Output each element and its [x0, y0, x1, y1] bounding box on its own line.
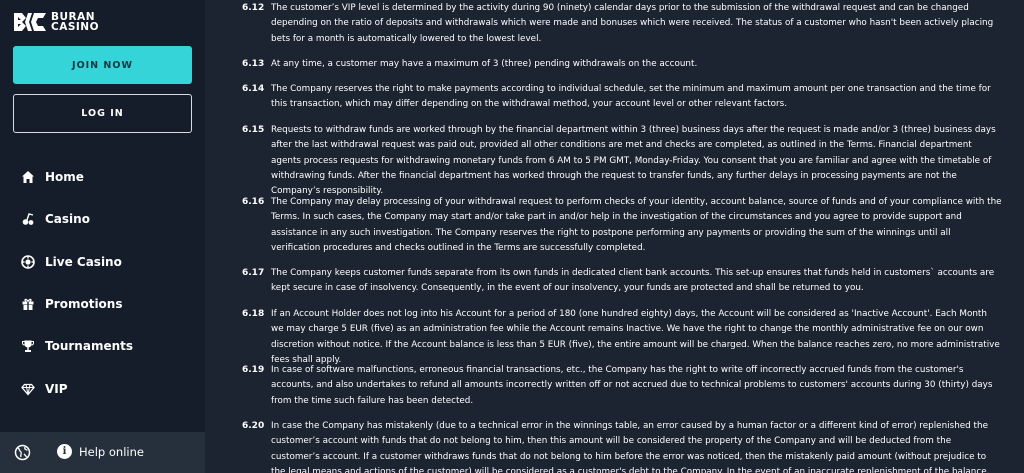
- clause-number: 6.20: [242, 421, 265, 431]
- brand-logo[interactable]: BURAN CASINO: [12, 9, 99, 35]
- clause-number: 6.16: [242, 197, 265, 207]
- nav-item-home[interactable]: Home: [0, 156, 205, 198]
- sidebar: BURAN CASINO JOIN NOW LOG IN Home Casino…: [0, 0, 205, 473]
- nav-item-label: Promotions: [45, 297, 123, 312]
- clause-number: 6.14: [242, 84, 265, 94]
- nav-item-label: Casino: [45, 212, 90, 227]
- chip-icon: [21, 254, 35, 269]
- nav-item-label: Home: [45, 170, 84, 185]
- clause-text: In case of software malfunctions, errone…: [271, 365, 993, 406]
- clause-number: 6.15: [242, 125, 265, 135]
- nav-item-tournaments[interactable]: Tournaments: [0, 325, 205, 367]
- logo-icon: [14, 13, 46, 31]
- clause-number: 6.12: [242, 3, 265, 13]
- clause-number: 6.13: [242, 59, 265, 69]
- info-icon: i: [57, 444, 72, 459]
- nav-item-live-casino[interactable]: Live Casino: [0, 241, 205, 283]
- cherry-icon: [21, 212, 35, 226]
- nav-item-vip[interactable]: VIP: [0, 367, 205, 409]
- clause-text: Requests to withdraw funds are worked th…: [271, 125, 996, 197]
- nav-item-promotions[interactable]: Promotions: [0, 283, 205, 325]
- home-icon: [21, 170, 35, 184]
- clause-text: In case the Company has mistakenly (due …: [271, 421, 990, 473]
- clause-text: The Company keeps customer funds separat…: [271, 268, 995, 294]
- clause-text: The Company reserves the right to make p…: [271, 84, 991, 110]
- help-online-label: Help online: [79, 444, 144, 459]
- clause-text: At any time, a customer may have a maxim…: [271, 59, 698, 69]
- sidebar-footer: i Help online: [0, 432, 205, 473]
- clause-number: 6.17: [242, 268, 265, 278]
- main-nav: Home Casino Live Casino Promotions Tourn…: [0, 156, 205, 410]
- diamond-icon: [21, 382, 35, 396]
- clause-text: The Company may delay processing of your…: [271, 197, 1002, 253]
- nav-item-label: VIP: [45, 381, 68, 396]
- join-now-button[interactable]: JOIN NOW: [13, 46, 192, 84]
- brand-name: BURAN CASINO: [51, 12, 100, 33]
- brand-line2: CASINO: [51, 21, 100, 33]
- globe-icon[interactable]: [14, 444, 31, 461]
- clause-number: 6.18: [242, 309, 265, 319]
- clause-text: If an Account Holder does not log into h…: [271, 309, 1000, 365]
- terms-content: 6.12 The customer’s VIP level is determi…: [205, 0, 1024, 473]
- clause-number: 6.19: [242, 365, 265, 375]
- gift-icon: [21, 297, 35, 311]
- trophy-icon: [21, 339, 35, 353]
- clause-text: The customer’s VIP level is determined b…: [271, 3, 994, 44]
- nav-item-casino[interactable]: Casino: [0, 198, 205, 240]
- nav-item-label: Tournaments: [45, 339, 134, 354]
- help-online-button[interactable]: i Help online: [57, 444, 144, 459]
- nav-item-label: Live Casino: [45, 254, 122, 269]
- log-in-button[interactable]: LOG IN: [13, 94, 192, 133]
